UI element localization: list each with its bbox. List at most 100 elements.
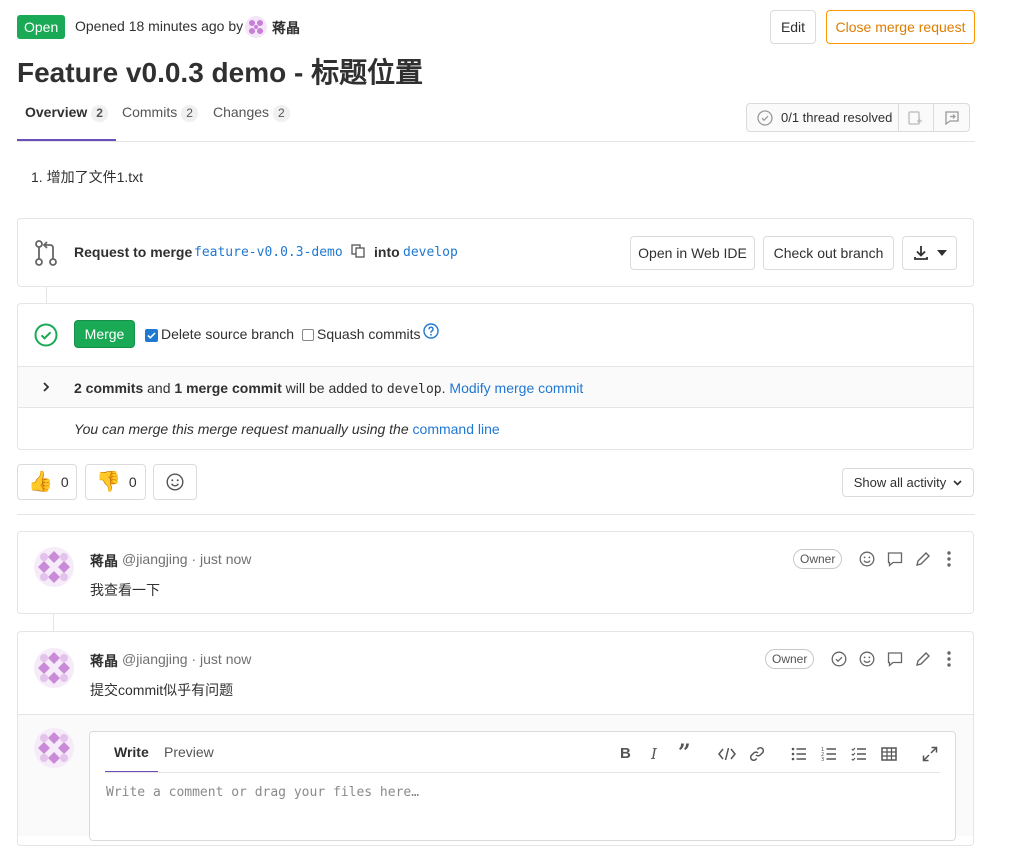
tab-overview-label: Overview	[25, 104, 88, 120]
modify-merge-commit-link[interactable]: Modify merge commit	[449, 380, 583, 396]
copy-branch-icon[interactable]	[351, 244, 365, 258]
target-branch-code: develop	[386, 382, 442, 397]
and-text: and	[147, 380, 171, 396]
period-text: .	[441, 380, 446, 396]
chevron-down-icon	[936, 250, 947, 256]
owner-badge: Owner	[793, 549, 843, 569]
thumbsup-button[interactable]: 👍 0	[17, 464, 77, 500]
will-be-added-text: will be added to	[285, 380, 383, 396]
commits-summary: 2 commits and 1 merge commit will be add…	[74, 380, 583, 397]
thread-divider-2	[933, 104, 934, 131]
manual-merge-text: You can merge this merge request manuall…	[74, 421, 500, 437]
reply-icon[interactable]	[887, 551, 903, 567]
thumbsdown-icon: 👎	[96, 471, 121, 493]
checkmark-icon	[147, 332, 156, 339]
more-actions-icon[interactable]	[946, 651, 952, 667]
note-card	[17, 531, 974, 614]
note-author[interactable]: 蒋晶	[90, 551, 118, 571]
merge-commit-text: 1 merge commit	[174, 380, 282, 396]
target-branch-link[interactable]: develop	[403, 245, 458, 260]
edit-pencil-icon[interactable]	[915, 651, 931, 667]
bullet-list-icon[interactable]	[791, 746, 807, 762]
tab-commits-count: 2	[181, 105, 198, 122]
jump-to-thread-icon[interactable]	[944, 110, 960, 126]
tab-changes-count: 2	[273, 105, 290, 122]
thumbsup-count: 0	[60, 474, 69, 490]
question-circle-icon[interactable]	[423, 323, 439, 339]
tab-changes[interactable]: Changes 2	[205, 104, 298, 141]
note-handle[interactable]: @jiangjing · just now	[122, 651, 251, 667]
download-dropdown-button[interactable]	[902, 236, 957, 270]
avatar[interactable]	[34, 547, 74, 587]
open-web-ide-button[interactable]: Open in Web IDE	[630, 236, 755, 270]
tabs-divider	[17, 141, 975, 142]
thread-divider-1	[898, 104, 899, 131]
check-out-branch-button[interactable]: Check out branch	[763, 236, 894, 270]
edit-button[interactable]: Edit	[770, 10, 816, 44]
more-actions-icon[interactable]	[946, 551, 952, 567]
edit-pencil-icon[interactable]	[915, 551, 931, 567]
thumbsdown-count: 0	[128, 474, 137, 490]
tab-overview-count: 2	[91, 105, 108, 122]
link-icon[interactable]	[749, 746, 765, 762]
mr-description: 1. 增加了文件1.txt	[31, 169, 144, 185]
check-circle-icon	[757, 110, 773, 126]
tab-write[interactable]: Write	[105, 737, 158, 773]
squash-commits-label[interactable]: Squash commits	[317, 326, 420, 342]
svg-text:3: 3	[821, 757, 824, 762]
ready-check-icon	[34, 323, 58, 347]
thumbsup-icon: 👍	[28, 471, 53, 493]
numbered-list-icon[interactable]: 123	[821, 746, 837, 762]
chevron-right-icon[interactable]	[42, 382, 50, 392]
note-author[interactable]: 蒋晶	[90, 651, 118, 671]
thumbsdown-button[interactable]: 👎 0	[85, 464, 146, 500]
delete-source-label[interactable]: Delete source branch	[161, 326, 294, 342]
thread-status-text: 0/1 thread resolved	[781, 110, 893, 125]
bold-icon[interactable]: B	[620, 745, 631, 762]
quote-icon[interactable]: ”	[678, 740, 691, 766]
tab-overview[interactable]: Overview 2	[17, 104, 116, 141]
comment-input[interactable]: Write a comment or drag your files here…	[106, 785, 926, 800]
delete-source-checkbox[interactable]	[145, 329, 158, 342]
commits-count-text: 2 commits	[74, 380, 144, 396]
tab-preview[interactable]: Preview	[164, 744, 214, 760]
resolve-thread-icon[interactable]	[907, 110, 923, 126]
owner-badge: Owner	[765, 649, 815, 669]
task-list-icon[interactable]	[851, 746, 867, 762]
close-merge-request-button[interactable]: Close merge request	[826, 10, 975, 44]
author-avatar[interactable]	[245, 16, 267, 38]
author-name[interactable]: 蒋晶	[272, 18, 300, 38]
fullscreen-icon[interactable]	[922, 746, 938, 762]
request-to-merge-label: Request to merge	[74, 244, 193, 260]
avatar[interactable]	[34, 648, 74, 688]
tab-commits[interactable]: Commits 2	[114, 104, 206, 141]
add-reaction-button[interactable]	[153, 464, 197, 500]
add-reaction-icon[interactable]	[859, 551, 875, 567]
status-badge: Open	[17, 15, 66, 39]
avatar	[34, 728, 74, 768]
manual-merge-label: You can merge this merge request manuall…	[74, 421, 409, 437]
activity-filter-label: Show all activity	[853, 475, 947, 490]
italic-icon[interactable]: I	[651, 745, 657, 763]
code-icon[interactable]	[718, 746, 736, 762]
activity-filter-dropdown[interactable]: Show all activity	[842, 468, 974, 497]
add-reaction-icon[interactable]	[859, 651, 875, 667]
source-branch-link[interactable]: feature-v0.0.3-demo	[194, 245, 343, 260]
reply-icon[interactable]	[887, 651, 903, 667]
timeline-connector	[46, 287, 47, 304]
into-label: into	[374, 244, 400, 260]
note-body: 我查看一下	[90, 582, 160, 598]
squash-commits-checkbox[interactable]	[302, 329, 314, 341]
download-icon	[913, 246, 928, 260]
tab-changes-label: Changes	[213, 104, 270, 120]
table-icon[interactable]	[881, 746, 897, 762]
page-title: Feature v0.0.3 demo - 标题位置	[17, 57, 424, 88]
editor-tabs-divider	[105, 772, 940, 773]
command-line-link[interactable]: command line	[413, 421, 500, 437]
activity-divider	[17, 514, 975, 515]
note-handle[interactable]: @jiangjing · just now	[122, 551, 251, 567]
note-body: 提交commit似乎有问题	[90, 682, 234, 698]
smiley-icon	[166, 473, 184, 491]
resolve-thread-icon[interactable]	[831, 651, 847, 667]
merge-button[interactable]: Merge	[74, 320, 135, 348]
